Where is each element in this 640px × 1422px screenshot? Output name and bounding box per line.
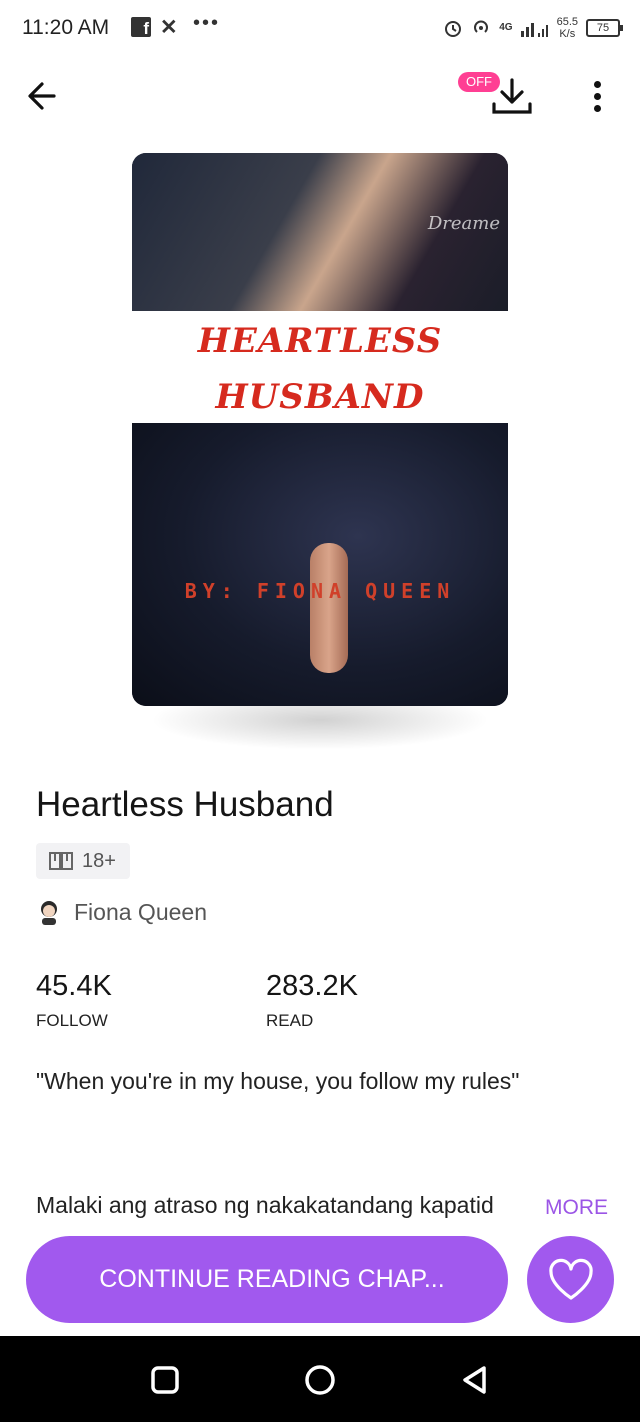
status-indicators: 4G 65.5 K/s 75 bbox=[443, 10, 623, 46]
follow-count: 45.4K bbox=[36, 970, 112, 1002]
continue-reading-button[interactable]: CONTINUE READING CHAP... bbox=[26, 1236, 508, 1323]
more-menu-button[interactable] bbox=[586, 76, 608, 116]
menu-dot bbox=[593, 92, 601, 100]
cover-artwork bbox=[310, 543, 348, 673]
back-nav-icon[interactable] bbox=[459, 1364, 491, 1396]
read-label: READ bbox=[266, 1011, 314, 1030]
menu-dot bbox=[593, 104, 601, 112]
battery-icon: 75 bbox=[586, 19, 623, 37]
heart-icon bbox=[548, 1258, 593, 1300]
home-icon[interactable] bbox=[304, 1364, 336, 1396]
recent-apps-icon[interactable] bbox=[149, 1364, 181, 1396]
more-dots-icon: ••• bbox=[193, 12, 221, 34]
menu-dot bbox=[593, 80, 601, 88]
book-icon bbox=[49, 852, 73, 870]
rating-label: 18+ bbox=[82, 849, 116, 872]
book-synopsis: Malaki ang atraso ng nakakatandang kapat… bbox=[36, 1192, 494, 1218]
arrow-left-icon bbox=[28, 82, 56, 110]
speed-unit: K/s bbox=[559, 28, 576, 40]
status-time: 11:20 AM bbox=[22, 16, 110, 39]
more-link[interactable]: MORE bbox=[545, 1196, 608, 1220]
network-speed: 65.5 K/s bbox=[557, 16, 578, 40]
author-name: Fiona Queen bbox=[74, 898, 207, 925]
cover-artwork bbox=[132, 153, 508, 318]
book-title: Heartless Husband bbox=[36, 785, 334, 824]
facebook-icon: f bbox=[131, 17, 151, 38]
author-row[interactable]: Fiona Queen bbox=[38, 898, 207, 926]
network-label: 4G bbox=[499, 22, 513, 33]
book-cover[interactable]: Dreame HEARTLESS HUSBAND BY: FIONA QUEEN bbox=[132, 153, 508, 706]
speed-value: 65.5 bbox=[556, 16, 578, 28]
hotspot-icon bbox=[474, 20, 489, 33]
favorite-button[interactable] bbox=[527, 1236, 614, 1323]
follow-label: FOLLOW bbox=[36, 1011, 108, 1030]
cover-author-line: BY: FIONA QUEEN bbox=[184, 579, 456, 603]
cover-brand-logo: Dreame bbox=[427, 213, 500, 234]
back-button[interactable] bbox=[24, 78, 64, 114]
book-tagline: "When you're in my house, you follow my … bbox=[36, 1068, 520, 1094]
alarm-icon bbox=[445, 21, 462, 37]
rating-badge: 18+ bbox=[36, 843, 130, 879]
status-bar: 11:20 AM f ✕ ••• 4G 65.5 K/s 75 bbox=[0, 0, 640, 58]
signal-icon bbox=[520, 23, 548, 37]
follow-stat: 45.4K FOLLOW bbox=[36, 970, 112, 1031]
read-count: 283.2K bbox=[266, 970, 358, 1002]
author-avatar-icon bbox=[41, 901, 57, 925]
read-stat: 283.2K READ bbox=[266, 970, 358, 1031]
cover-title-line: HUSBAND bbox=[215, 377, 425, 417]
x-icon: ✕ bbox=[160, 16, 178, 39]
cover-title-line: HEARTLESS bbox=[197, 321, 443, 361]
offline-badge[interactable]: OFF bbox=[458, 72, 500, 92]
